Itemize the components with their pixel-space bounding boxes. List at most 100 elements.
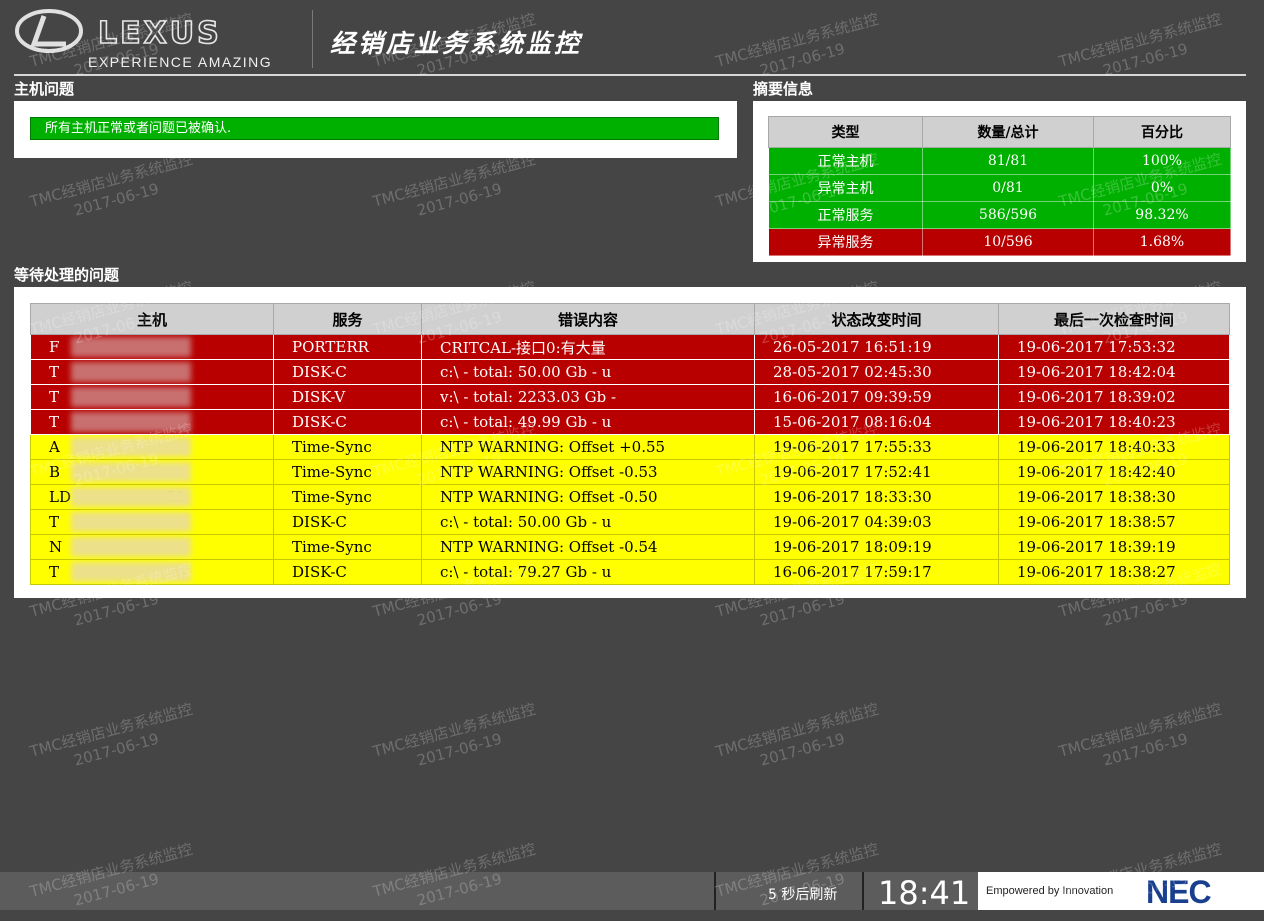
pending-header-row: 主机 服务 错误内容 状态改变时间 最后一次检查时间 <box>30 303 1230 335</box>
pending-col-host: 主机 <box>30 303 274 335</box>
watermark: TMC经销店业务系统监控 2017-06-19 <box>28 699 200 781</box>
pending-cell-service: DISK-C <box>273 509 422 535</box>
summary-cell-percent: 98.32% <box>1093 201 1231 229</box>
lexus-emblem-icon <box>15 9 83 53</box>
summary-row: 异常主机 0/81 0% <box>768 174 1231 202</box>
pending-cell-error: c:\ - total: 50.00 Gb - u <box>421 509 755 535</box>
pending-row[interactable]: F PORTERR CRITCAL-接口0:有大量 26-05-2017 16:51:… <box>30 334 1230 360</box>
watermark-text: TMC经销店业务系统监控 <box>713 699 881 761</box>
host-name-text: A <box>49 438 60 456</box>
summary-cell-type: 异常服务 <box>768 228 923 256</box>
summary-row: 正常主机 81/81 100% <box>768 147 1231 175</box>
host-issues-title: 主机问题 <box>14 80 75 98</box>
pending-cell-error: NTP WARNING: Offset -0.54 <box>421 534 755 560</box>
footer-bar: 5 秒后刷新 18:41 Empowered by Innovation NEC <box>0 872 1264 912</box>
summary-cell-type: 正常服务 <box>768 201 923 229</box>
watermark-date: 2017-06-19 <box>1100 729 1190 770</box>
host-name-text: T <box>49 513 60 531</box>
summary-panel: 类型 数量/总计 百分比 正常主机 81/81 100% 异常主机 0/81 0% 正常服务… <box>753 101 1246 262</box>
watermark-date: 2017-06-19 <box>757 729 847 770</box>
pending-cell-service: Time-Sync <box>273 434 422 460</box>
pending-cell-error: NTP WARNING: Offset -0.53 <box>421 459 755 485</box>
pending-issues-panel: 主机 服务 错误内容 状态改变时间 最后一次检查时间 F PORTERR CRITC… <box>14 287 1246 598</box>
pending-cell-changed: 16-06-2017 09:39:59 <box>754 384 999 410</box>
watermark: TMC经销店业务系统监控 2017-06-19 <box>371 699 543 781</box>
pending-cell-host: T <box>30 384 274 410</box>
pending-row[interactable]: B Time-Sync NTP WARNING: Offset -0.53 19-06… <box>30 459 1230 485</box>
summary-row: 正常服务 586/596 98.32% <box>768 201 1231 229</box>
summary-cell-count: 10/596 <box>922 228 1094 256</box>
pending-row[interactable]: T DISK-C c:\ - total: 49.99 Gb - u 15-06-20… <box>30 409 1230 435</box>
pending-cell-host: B <box>30 459 274 485</box>
nec-brand: Empowered by Innovation NEC <box>978 872 1264 910</box>
pending-cell-changed: 19-06-2017 04:39:03 <box>754 509 999 535</box>
system-title: 经销店业务系统监控 <box>330 29 583 58</box>
pending-row[interactable]: LD 31Time-SyncNTP WARNING: Offset -0.501… <box>30 484 1230 510</box>
clock: 18:41 <box>878 874 971 912</box>
watermark: TMC经销店业务系统监控 2017-06-19 <box>714 699 886 781</box>
summary-cell-type: 异常主机 <box>768 174 923 202</box>
watermark-date: 2017-06-19 <box>414 179 504 220</box>
pending-row[interactable]: T DISK-C c:\ - total: 50.00 Gb - u 28-05-20… <box>30 359 1230 385</box>
summary-cell-type: 正常主机 <box>768 147 923 175</box>
pending-row[interactable]: N Time-Sync NTP WARNING: Offset -0.54 19-06… <box>30 534 1230 560</box>
summary-cell-count: 586/596 <box>922 201 1094 229</box>
redaction-blur <box>71 437 191 457</box>
pending-cell-service: DISK-C <box>273 559 422 585</box>
pending-row[interactable]: T DISK-C c:\ - total: 50.00 Gb - u 19-06-20… <box>30 509 1230 535</box>
redaction-blur <box>71 562 191 582</box>
pending-issues-table: 主机 服务 错误内容 状态改变时间 最后一次检查时间 F PORTERR CRITC… <box>30 303 1230 585</box>
host-status-message: 所有主机正常或者问题已被确认. <box>30 117 719 140</box>
watermark-text: TMC经销店业务系统监控 <box>1056 699 1224 761</box>
pending-col-service: 服务 <box>273 303 422 335</box>
host-name-text: T <box>49 413 60 431</box>
summary-row: 异常服务 10/596 1.68% <box>768 228 1231 256</box>
redaction-blur <box>71 537 191 557</box>
pending-cell-service: Time-Sync <box>273 459 422 485</box>
redaction-blur <box>71 387 191 407</box>
watermark-text: TMC经销店业务系统监控 <box>370 699 538 761</box>
pending-cell-error: v:\ - total: 2233.03 Gb - <box>421 384 755 410</box>
pending-cell-checked: 19-06-2017 18:39:02 <box>998 384 1230 410</box>
pending-cell-checked: 19-06-2017 18:38:27 <box>998 559 1230 585</box>
pending-cell-changed: 28-05-2017 02:45:30 <box>754 359 999 385</box>
watermark-text: TMC经销店业务系统监控 <box>27 699 195 761</box>
lexus-tagline: EXPERIENCE AMAZING <box>88 54 273 70</box>
host-name-text: T <box>49 363 60 381</box>
pending-cell-changed: 19-06-2017 17:52:41 <box>754 459 999 485</box>
pending-cell-checked: 19-06-2017 18:38:30 <box>998 484 1230 510</box>
pending-col-checked: 最后一次检查时间 <box>998 303 1230 335</box>
pending-row[interactable]: T DISK-V v:\ - total: 2233.03 Gb -16-06-20… <box>30 384 1230 410</box>
pending-cell-host: T <box>30 509 274 535</box>
pending-row[interactable]: T DISK-C c:\ - total: 79.27 Gb - u 16-06-20… <box>30 559 1230 585</box>
watermark: TMC经销店业务系统监控 2017-06-19 <box>28 149 200 231</box>
pending-row[interactable]: A Time-Sync NTP WARNING: Offset +0.55 19-06… <box>30 434 1230 460</box>
host-issues-panel: 所有主机正常或者问题已被确认. <box>14 101 737 158</box>
pending-cell-host: A <box>30 434 274 460</box>
host-name-text: B <box>49 463 61 481</box>
pending-cell-changed: 26-05-2017 16:51:19 <box>754 334 999 360</box>
pending-cell-checked: 19-06-2017 18:39:19 <box>998 534 1230 560</box>
redaction-blur <box>71 462 191 482</box>
nec-logo: NEC <box>1146 874 1212 910</box>
host-name-text: T <box>49 388 60 406</box>
summary-cell-count: 0/81 <box>922 174 1094 202</box>
pending-cell-checked: 19-06-2017 18:40:33 <box>998 434 1230 460</box>
pending-cell-error: c:\ - total: 49.99 Gb - u <box>421 409 755 435</box>
summary-header-row: 类型 数量/总计 百分比 <box>768 116 1231 148</box>
header-rule <box>14 74 1246 76</box>
pending-cell-host: T <box>30 559 274 585</box>
redaction-blur <box>71 512 191 532</box>
watermark: TMC经销店业务系统监控 2017-06-19 <box>371 149 543 231</box>
header-divider <box>312 10 313 68</box>
pending-cell-service: Time-Sync <box>273 534 422 560</box>
summary-cell-percent: 100% <box>1093 147 1231 175</box>
pending-cell-checked: 19-06-2017 18:42:04 <box>998 359 1230 385</box>
pending-cell-error: CRITCAL-接口0:有大量 <box>421 334 755 360</box>
pending-issues-title: 等待处理的问题 <box>14 266 120 284</box>
pending-cell-service: DISK-C <box>273 359 422 385</box>
pending-cell-host: LD 31 <box>30 484 274 510</box>
pending-cell-host: F <box>30 334 274 360</box>
pending-col-changed: 状态改变时间 <box>754 303 999 335</box>
redaction-blur <box>71 337 191 357</box>
